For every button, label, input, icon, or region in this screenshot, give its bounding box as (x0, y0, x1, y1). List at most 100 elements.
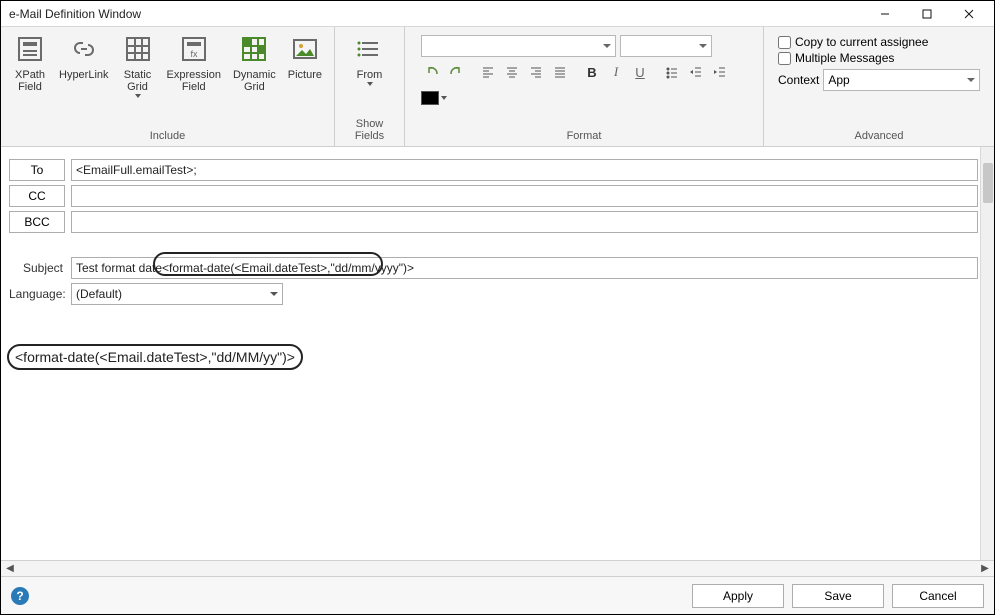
dynamic-grid-icon (238, 33, 270, 65)
language-label: Language: (9, 287, 65, 301)
static-grid-icon (122, 33, 154, 65)
subject-formula: <format-date(<Email.dateTest>,"dd/mm/yyy… (162, 261, 414, 275)
context-label: Context (778, 73, 819, 87)
bcc-button[interactable]: BCC (9, 211, 65, 233)
horizontal-scrollbar[interactable]: ◀ ▶ (1, 560, 994, 576)
cc-field[interactable] (71, 185, 978, 207)
indent-button[interactable] (709, 61, 731, 83)
expression-field-icon: fx (178, 33, 210, 65)
italic-button[interactable]: I (605, 61, 627, 83)
cancel-button[interactable]: Cancel (892, 584, 984, 608)
multiple-messages-checkbox[interactable]: Multiple Messages (778, 51, 980, 65)
align-right-button[interactable] (525, 61, 547, 83)
redo-button[interactable] (445, 61, 467, 83)
picture-button[interactable]: Picture (282, 31, 328, 128)
to-label: To (31, 163, 44, 177)
body-editor[interactable]: <format-date(<Email.dateTest>,"dd/MM/yy"… (9, 345, 978, 560)
footer: ? Apply Save Cancel (1, 576, 994, 614)
svg-text:fx: fx (190, 49, 198, 59)
bcc-label: BCC (24, 215, 49, 229)
titlebar: e-Mail Definition Window (1, 1, 994, 27)
ribbon-group-format: B I U Format (405, 27, 764, 146)
ribbon-group-include-items: XPath Field HyperLink Static Grid (7, 31, 328, 128)
bold-button[interactable]: B (581, 61, 603, 83)
dynamic-grid-button[interactable]: Dynamic Grid (227, 31, 282, 128)
ribbon-group-include: XPath Field HyperLink Static Grid (1, 27, 335, 146)
save-button[interactable]: Save (792, 584, 884, 608)
ribbon: XPath Field HyperLink Static Grid (1, 27, 994, 147)
multiple-messages-label: Multiple Messages (795, 51, 894, 65)
maximize-button[interactable] (906, 2, 948, 26)
ribbon-group-advanced: Copy to current assignee Multiple Messag… (764, 27, 994, 146)
hyperlink-button[interactable]: HyperLink (53, 31, 115, 128)
email-definition-window: e-Mail Definition Window XPath Field (0, 0, 995, 615)
apply-label: Apply (723, 589, 753, 603)
cc-label: CC (28, 189, 45, 203)
xpath-field-icon (14, 33, 46, 65)
multiple-messages-input[interactable] (778, 52, 791, 65)
font-size-combo[interactable] (620, 35, 712, 57)
format-body: B I U (411, 31, 757, 128)
body-formula: <format-date(<Email.dateTest>,"dd/MM/yy"… (15, 349, 295, 365)
apply-button[interactable]: Apply (692, 584, 784, 608)
scroll-right-icon[interactable]: ▶ (978, 562, 992, 576)
ribbon-group-showfields-items: From (341, 31, 398, 116)
chevron-down-icon (367, 82, 373, 86)
align-left-button[interactable] (477, 61, 499, 83)
align-justify-button[interactable] (549, 61, 571, 83)
cc-button[interactable]: CC (9, 185, 65, 207)
copy-assignee-label: Copy to current assignee (795, 35, 928, 49)
dynamic-grid-label: Dynamic Grid (233, 69, 276, 93)
underline-button[interactable]: U (629, 61, 651, 83)
ribbon-group-format-caption: Format (411, 128, 757, 146)
ribbon-group-showfields: From Show Fields (335, 27, 405, 146)
vertical-scrollbar[interactable] (980, 147, 994, 560)
align-center-button[interactable] (501, 61, 523, 83)
advanced-body: Copy to current assignee Multiple Messag… (770, 31, 988, 128)
to-button[interactable]: To (9, 159, 65, 181)
picture-label: Picture (288, 69, 322, 81)
form-area: To <EmailFull.emailTest>; CC BCC Subject… (1, 147, 994, 560)
from-button[interactable]: From (347, 31, 393, 116)
from-label: From (357, 69, 383, 81)
window-buttons (864, 2, 990, 26)
hyperlink-label: HyperLink (59, 69, 109, 81)
picture-icon (289, 33, 321, 65)
chevron-down-icon (441, 96, 447, 100)
copy-assignee-checkbox[interactable]: Copy to current assignee (778, 35, 980, 49)
subject-prefix: Test format date (76, 261, 162, 275)
bullet-list-button[interactable] (661, 61, 683, 83)
static-grid-button[interactable]: Static Grid (115, 31, 161, 128)
language-combo[interactable]: (Default) (71, 283, 283, 305)
expression-field-label: Expression Field (167, 69, 221, 93)
bcc-field[interactable] (71, 211, 978, 233)
subject-label: Subject (9, 261, 65, 275)
undo-button[interactable] (421, 61, 443, 83)
close-button[interactable] (948, 2, 990, 26)
to-field[interactable]: <EmailFull.emailTest>; (71, 159, 978, 181)
window-title: e-Mail Definition Window (9, 7, 864, 21)
copy-assignee-input[interactable] (778, 36, 791, 49)
static-grid-label: Static Grid (124, 69, 152, 93)
chevron-down-icon (135, 94, 141, 98)
cancel-label: Cancel (919, 589, 956, 603)
subject-wrap: Test format date <format-date(<Email.dat… (71, 257, 978, 279)
hyperlink-icon (68, 33, 100, 65)
xpath-field-label: XPath Field (15, 69, 45, 93)
help-icon[interactable]: ? (11, 587, 29, 605)
scroll-left-icon[interactable]: ◀ (3, 562, 17, 576)
minimize-button[interactable] (864, 2, 906, 26)
ribbon-group-showfields-caption: Show Fields (341, 116, 398, 146)
font-color-button[interactable] (421, 87, 447, 109)
from-icon (354, 33, 386, 65)
subject-field[interactable]: Test format date <format-date(<Email.dat… (71, 257, 978, 279)
context-value: App (828, 73, 849, 87)
font-family-combo[interactable] (421, 35, 616, 57)
expression-field-button[interactable]: fx Expression Field (161, 31, 227, 128)
save-label: Save (824, 589, 851, 603)
ribbon-group-include-caption: Include (7, 128, 328, 146)
color-swatch (421, 91, 439, 105)
context-combo[interactable]: App (823, 69, 980, 91)
outdent-button[interactable] (685, 61, 707, 83)
xpath-field-button[interactable]: XPath Field (7, 31, 53, 128)
